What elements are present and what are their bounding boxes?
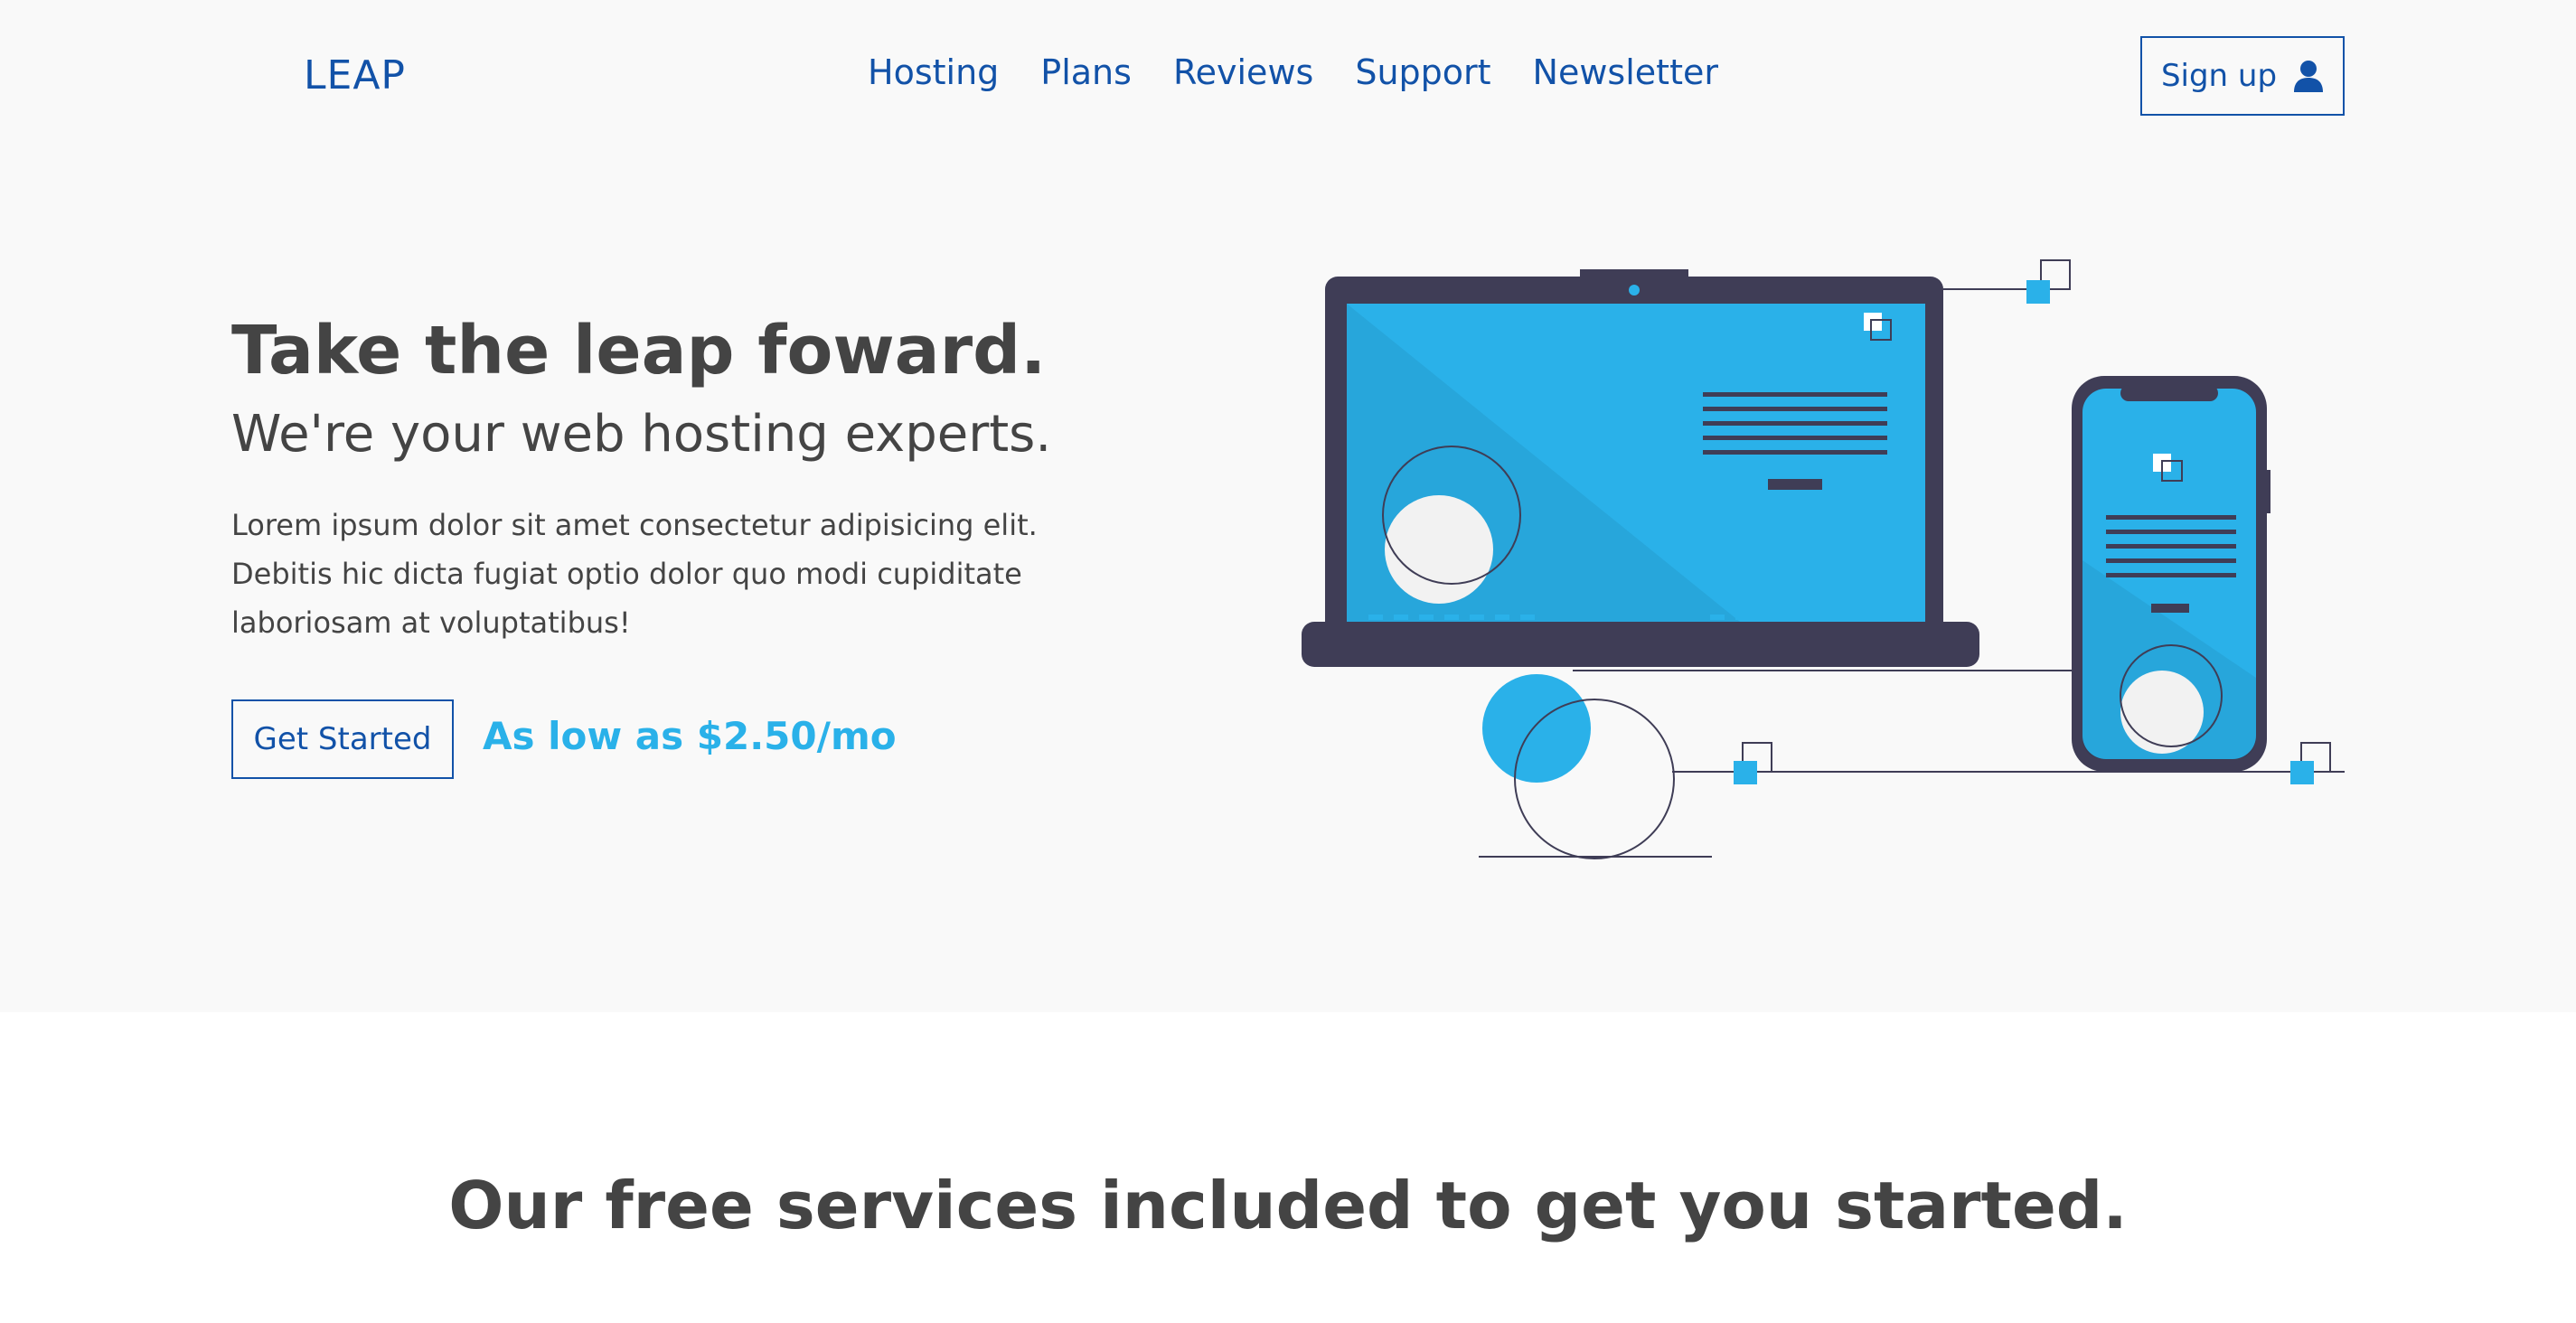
user-icon xyxy=(2294,61,2324,92)
nav-link-hosting[interactable]: Hosting xyxy=(868,52,999,92)
logo[interactable]: LEAP xyxy=(304,52,406,99)
signup-button[interactable]: Sign up xyxy=(2140,36,2345,116)
nav-link-support[interactable]: Support xyxy=(1355,52,1490,92)
services-title: Our free services included to get you st… xyxy=(448,1168,2128,1243)
get-started-button[interactable]: Get Started xyxy=(231,699,454,779)
hero-paragraph: Lorem ipsum dolor sit amet consectetur a… xyxy=(231,508,1038,640)
devices-illustration xyxy=(1302,259,2345,859)
price-text: As low as $2.50/mo xyxy=(483,714,897,758)
nav-link-plans[interactable]: Plans xyxy=(1040,52,1132,92)
main-nav: Hosting Plans Reviews Support Newsletter xyxy=(868,52,1718,92)
signup-button-label: Sign up xyxy=(2160,58,2278,94)
hero-title: Take the leap foward. xyxy=(231,312,1047,389)
nav-link-newsletter[interactable]: Newsletter xyxy=(1533,52,1718,92)
hero-subtitle: We're your web hosting experts. xyxy=(231,405,1052,464)
nav-link-reviews[interactable]: Reviews xyxy=(1173,52,1313,92)
hero-section: LEAP Hosting Plans Reviews Support Newsl… xyxy=(0,0,2576,1012)
